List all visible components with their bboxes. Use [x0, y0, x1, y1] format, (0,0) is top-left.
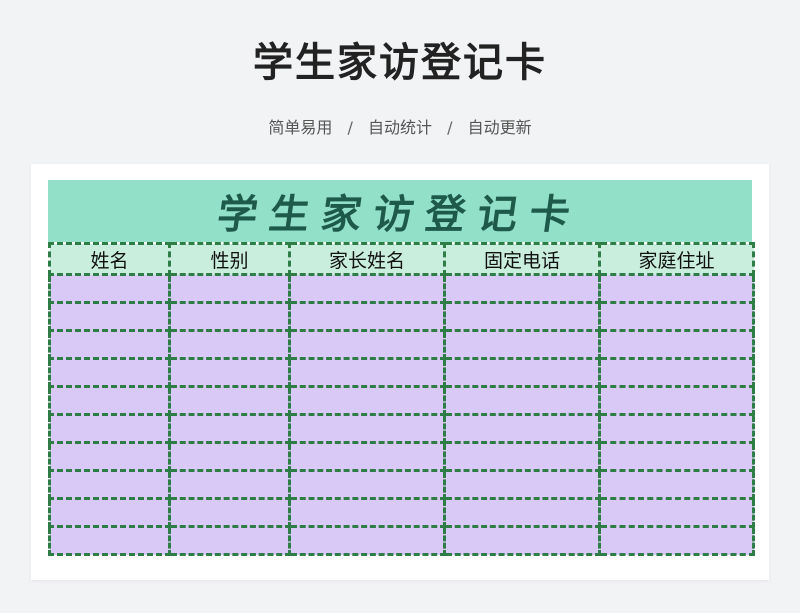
table-cell[interactable]	[443, 469, 601, 500]
table-cell[interactable]	[168, 497, 291, 528]
table-cell[interactable]	[168, 385, 291, 416]
table-cell[interactable]	[168, 357, 291, 388]
table-cell[interactable]	[288, 329, 446, 360]
table-cell[interactable]	[288, 469, 446, 500]
table-cell[interactable]	[168, 273, 291, 304]
table-cell[interactable]	[48, 525, 171, 556]
column-header-gender: 性别	[168, 242, 291, 276]
visit-card-sheet: 学生家访登记卡 姓名 性别 家长姓名 固定电话 家庭住址	[48, 180, 755, 580]
table-cell[interactable]	[288, 497, 446, 528]
table-row	[48, 385, 755, 416]
table-row	[48, 441, 755, 472]
table-cell[interactable]	[168, 469, 291, 500]
sheet-banner: 学生家访登记卡	[48, 180, 752, 242]
column-header-phone: 固定电话	[443, 242, 601, 276]
table-cell[interactable]	[48, 301, 171, 332]
table-cell[interactable]	[598, 301, 755, 332]
column-header-address: 家庭住址	[598, 242, 755, 276]
table-header-row: 姓名 性别 家长姓名 固定电话 家庭住址	[48, 242, 755, 276]
table-cell[interactable]	[443, 385, 601, 416]
table-cell[interactable]	[168, 301, 291, 332]
table-cell[interactable]	[443, 301, 601, 332]
table-cell[interactable]	[288, 441, 446, 472]
separator: /	[347, 118, 353, 137]
table-cell[interactable]	[48, 385, 171, 416]
table-cell[interactable]	[598, 273, 755, 304]
table-cell[interactable]	[598, 525, 755, 556]
table-cell[interactable]	[443, 273, 601, 304]
table-cell[interactable]	[168, 413, 291, 444]
table-cell[interactable]	[443, 525, 601, 556]
table-cell[interactable]	[48, 413, 171, 444]
banner-title: 学生家访登记卡	[214, 191, 585, 238]
table-row	[48, 413, 755, 444]
table-cell[interactable]	[598, 413, 755, 444]
table-cell[interactable]	[288, 525, 446, 556]
table-row	[48, 469, 755, 500]
feature-tagline: 简单易用 / 自动统计 / 自动更新	[0, 114, 800, 138]
table-cell[interactable]	[168, 525, 291, 556]
table-cell[interactable]	[443, 357, 601, 388]
table-cell[interactable]	[48, 469, 171, 500]
feature-auto-update: 自动更新	[467, 118, 532, 137]
table-cell[interactable]	[443, 497, 601, 528]
table-row	[48, 497, 755, 528]
page-title: 学生家访登记卡	[253, 40, 547, 86]
feature-auto-stats: 自动统计	[367, 118, 432, 137]
table-cell[interactable]	[443, 413, 601, 444]
table-row	[48, 329, 755, 360]
table-cell[interactable]	[168, 329, 291, 360]
separator: /	[447, 118, 453, 137]
table-cell[interactable]	[48, 273, 171, 304]
table-row	[48, 273, 755, 304]
table-cell[interactable]	[598, 441, 755, 472]
spreadsheet-preview: 学生家访登记卡 姓名 性别 家长姓名 固定电话 家庭住址	[31, 164, 769, 580]
table-cell[interactable]	[48, 441, 171, 472]
table-cell[interactable]	[288, 413, 446, 444]
table-cell[interactable]	[598, 385, 755, 416]
column-header-name: 姓名	[48, 242, 171, 276]
table-cell[interactable]	[598, 329, 755, 360]
table-cell[interactable]	[48, 357, 171, 388]
visit-table-wrapper: 姓名 性别 家长姓名 固定电话 家庭住址	[48, 242, 755, 580]
table-cell[interactable]	[288, 385, 446, 416]
table-row	[48, 301, 755, 332]
table-cell[interactable]	[443, 441, 601, 472]
table-cell[interactable]	[598, 357, 755, 388]
table-cell[interactable]	[48, 497, 171, 528]
table-cell[interactable]	[48, 329, 171, 360]
table-cell[interactable]	[288, 273, 446, 304]
table-cell[interactable]	[168, 441, 291, 472]
table-cell[interactable]	[288, 357, 446, 388]
table-body	[48, 273, 755, 556]
column-header-parent-name: 家长姓名	[288, 242, 446, 276]
table-cell[interactable]	[598, 497, 755, 528]
table-cell[interactable]	[598, 469, 755, 500]
table-cell[interactable]	[288, 301, 446, 332]
table-row	[48, 525, 755, 556]
feature-easy: 简单易用	[268, 118, 333, 137]
visit-table: 姓名 性别 家长姓名 固定电话 家庭住址	[48, 242, 755, 556]
table-cell[interactable]	[443, 329, 601, 360]
table-row	[48, 357, 755, 388]
